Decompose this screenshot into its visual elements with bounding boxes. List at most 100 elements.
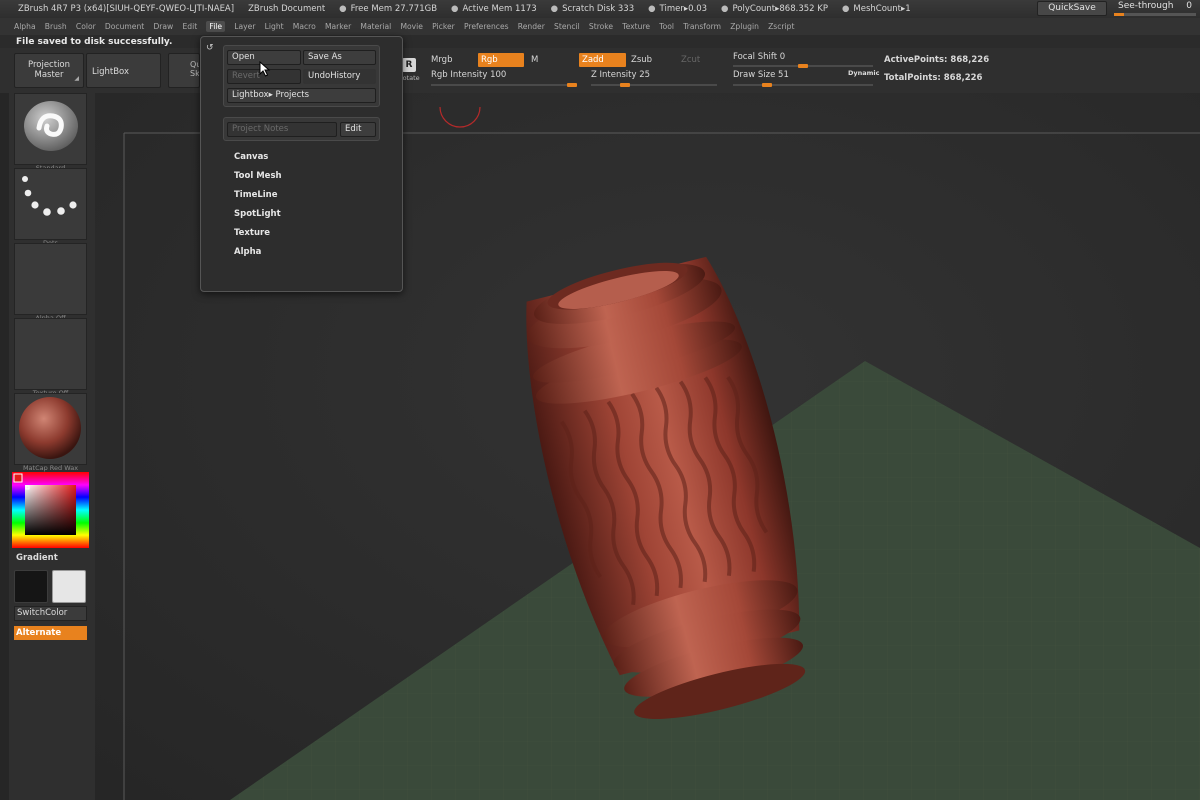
subpalette-canvas[interactable]: Canvas — [234, 152, 268, 162]
focal-shift-label: Focal Shift 0 — [733, 52, 786, 62]
draw-size-track[interactable] — [733, 84, 873, 86]
active-points: ActivePoints: 868,226 — [884, 55, 990, 65]
menu-movie[interactable]: Movie — [400, 22, 422, 31]
alpha-thumbnail[interactable]: Alpha Off — [14, 243, 87, 322]
dynamic-toggle[interactable]: Dynamic — [848, 69, 880, 77]
projection-master-label-1: Projection — [27, 60, 71, 70]
standard-brush-icon — [15, 94, 86, 164]
menu-macro[interactable]: Macro — [293, 22, 316, 31]
meshcount: MeshCount▸1 — [853, 4, 911, 14]
see-through-track — [1114, 13, 1196, 16]
subpalette-spotlight[interactable]: SpotLight — [234, 209, 281, 219]
main-color-swatch[interactable] — [14, 570, 48, 603]
timer: Timer▸0.03 — [659, 4, 708, 14]
project-notes-field[interactable]: Project Notes — [227, 122, 337, 137]
brush-thumbnail[interactable]: Standard — [14, 93, 87, 172]
see-through-knob[interactable] — [1114, 13, 1124, 16]
rgb-intensity-label: Rgb Intensity 100 — [431, 70, 507, 80]
zadd-toggle[interactable]: Zadd — [579, 53, 626, 67]
material-name: MatCap Red Wax — [22, 464, 79, 472]
dots-stroke-icon — [22, 176, 77, 216]
subpalette-tool-mesh[interactable]: Tool Mesh — [234, 171, 282, 181]
title-bar: ZBrush 4R7 P3 (x64)[SIUH-QEYF-QWEO-LJTI-… — [0, 0, 1200, 18]
projection-master-button[interactable]: Projection Master ◢ — [14, 53, 84, 88]
menu-layer[interactable]: Layer — [234, 22, 255, 31]
rotate-icon: R — [402, 58, 416, 72]
left-tray-edge — [0, 93, 9, 800]
menu-file[interactable]: File — [206, 21, 226, 32]
menu-light[interactable]: Light — [265, 22, 284, 31]
corner-arrow-icon: ◢ — [74, 75, 79, 82]
menu-stencil[interactable]: Stencil — [554, 22, 580, 31]
active-mem: Active Mem 1173 — [462, 4, 537, 14]
undo-history-button[interactable]: UndoHistory — [303, 69, 376, 84]
see-through-slider[interactable]: See-through 0 — [1112, 1, 1198, 16]
status-message: File saved to disk successfully. — [16, 37, 173, 47]
focal-shift-knob[interactable] — [798, 64, 808, 68]
menu-marker[interactable]: Marker — [325, 22, 351, 31]
scratch-disk: Scratch Disk 333 — [562, 4, 635, 14]
menu-color[interactable]: Color — [76, 22, 96, 31]
stroke-thumbnail[interactable]: Dots — [14, 168, 87, 247]
switch-color-button[interactable]: SwitchColor — [14, 606, 87, 621]
pin-menu-icon[interactable]: ↺ — [206, 43, 214, 53]
mrgb-toggle[interactable]: Mrgb — [428, 53, 472, 67]
z-intensity-label: Z Intensity 25 — [591, 70, 651, 80]
rgb-toggle[interactable]: Rgb — [478, 53, 524, 67]
quick-sketch-button[interactable]: Quick Sketch — [168, 53, 200, 88]
matcap-sphere-icon — [15, 394, 86, 464]
file-menu-dropdown: ↺ Open Save As Revert UndoHistory Lightb… — [200, 36, 403, 292]
projection-master-label-2: Master — [34, 70, 64, 80]
menu-bar: Alpha Brush Color Document Draw Edit File Layer… — [0, 18, 1200, 35]
texture-thumbnail[interactable]: Texture Off — [14, 318, 87, 397]
color-picker[interactable] — [12, 472, 89, 548]
gradient-toggle[interactable]: Gradient — [16, 553, 58, 563]
menu-stroke[interactable]: Stroke — [589, 22, 613, 31]
zcut-toggle[interactable]: Zcut — [678, 53, 718, 67]
menu-brush[interactable]: Brush — [45, 22, 67, 31]
subpalette-timeline[interactable]: TimeLine — [234, 190, 277, 200]
menu-document[interactable]: Document — [105, 22, 144, 31]
free-mem: Free Mem 27.771GB — [350, 4, 438, 14]
mouse-cursor-icon — [259, 61, 271, 77]
quick-sketch-label-1: Quick — [190, 60, 199, 69]
menu-alpha[interactable]: Alpha — [14, 22, 36, 31]
see-through-value: 0 — [1186, 1, 1192, 11]
menu-preferences[interactable]: Preferences — [464, 22, 509, 31]
app-title: ZBrush 4R7 P3 (x64)[SIUH-QEYF-QWEO-LJTI-… — [18, 4, 235, 14]
z-intensity-knob[interactable] — [620, 83, 630, 87]
menu-render[interactable]: Render — [518, 22, 545, 31]
rgb-intensity-knob[interactable] — [567, 83, 577, 87]
quick-sketch-label-2: Sketch — [190, 69, 200, 78]
m-toggle[interactable]: M — [528, 53, 568, 67]
menu-material[interactable]: Material — [360, 22, 391, 31]
color-wheel-icon — [12, 472, 89, 548]
draw-size-label: Draw Size 51 — [733, 70, 789, 80]
menu-tool[interactable]: Tool — [659, 22, 674, 31]
document-title: ZBrush Document — [248, 4, 326, 14]
z-intensity-track[interactable] — [591, 84, 717, 86]
menu-edit[interactable]: Edit — [182, 22, 197, 31]
subpalette-alpha[interactable]: Alpha — [234, 247, 261, 257]
alternate-toggle[interactable]: Alternate — [14, 626, 87, 640]
subpalette-texture[interactable]: Texture — [234, 228, 270, 238]
rgb-intensity-track[interactable] — [431, 84, 577, 86]
menu-draw[interactable]: Draw — [153, 22, 173, 31]
top-shelf: Projection Master ◢ LightBox Quick Sketc… — [0, 48, 1200, 93]
menu-picker[interactable]: Picker — [432, 22, 455, 31]
total-points: TotalPoints: 868,226 — [884, 73, 983, 83]
material-thumbnail[interactable]: MatCap Red Wax — [14, 393, 87, 472]
draw-size-knob[interactable] — [761, 83, 772, 87]
zsub-toggle[interactable]: Zsub — [628, 53, 674, 67]
edit-notes-button[interactable]: Edit — [340, 122, 376, 137]
menu-transform[interactable]: Transform — [683, 22, 721, 31]
menu-zscript[interactable]: Zscript — [768, 22, 794, 31]
menu-texture[interactable]: Texture — [622, 22, 650, 31]
secondary-color-swatch[interactable] — [52, 570, 86, 603]
lightbox-button[interactable]: LightBox — [86, 53, 161, 88]
save-as-button[interactable]: Save As — [303, 50, 376, 65]
lightbox-projects-button[interactable]: Lightbox▸ Projects — [227, 88, 376, 103]
quicksave-button[interactable]: QuickSave — [1037, 1, 1107, 16]
menu-zplugin[interactable]: Zplugin — [730, 22, 759, 31]
polycount: PolyCount▸868.352 KP — [732, 4, 828, 14]
